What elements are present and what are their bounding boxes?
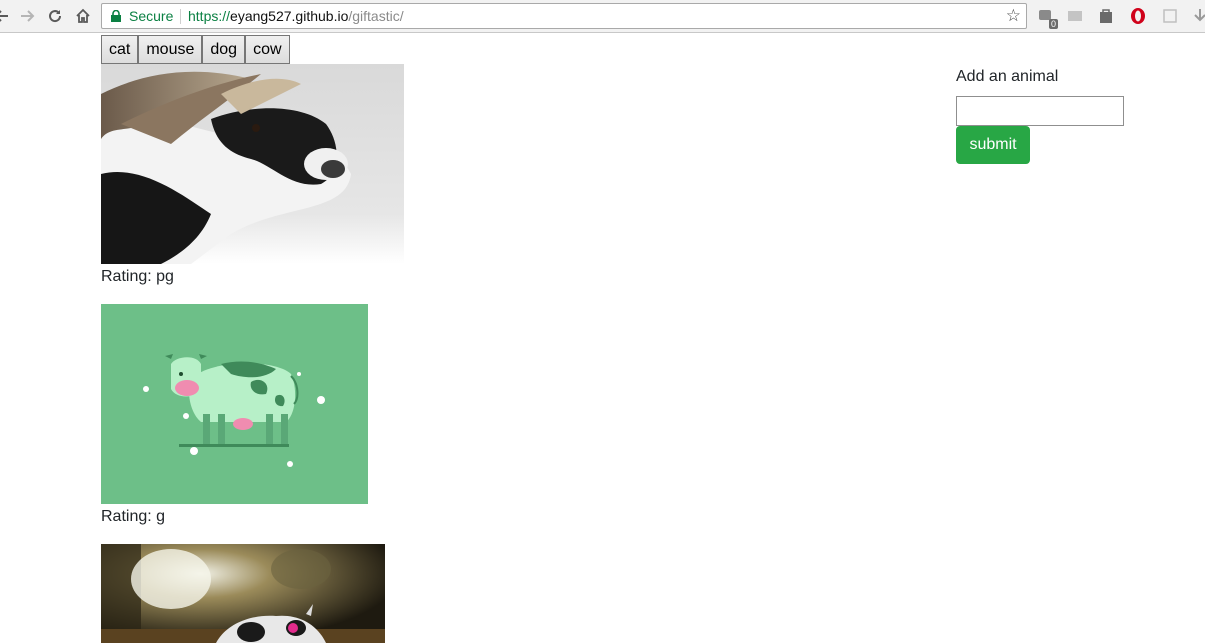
url-path: /giftastic/ [348,8,404,24]
submit-button[interactable]: submit [956,126,1030,164]
extension-icon[interactable]: 0 [1036,6,1058,29]
address-bar[interactable]: Secure https://eyang527.github.io/giftas… [101,3,1027,29]
url-protocol: https:// [188,8,231,24]
topic-button-mouse[interactable]: mouse [138,35,203,64]
topic-button-cow[interactable]: cow [245,35,290,64]
gif-item [101,64,404,264]
gif-item [101,544,385,643]
topic-button-row: cat mouse dog cow [101,35,290,64]
forward-icon[interactable] [17,6,37,26]
cow-gif-image[interactable] [101,64,404,264]
extension-icon[interactable] [1096,6,1116,26]
gif-rating: Rating: g [101,508,166,525]
cow-gif-image[interactable] [101,544,385,643]
omnibox-divider [180,9,181,24]
opera-icon[interactable] [1128,6,1148,26]
animal-input[interactable] [956,96,1124,126]
topic-button-cat[interactable]: cat [101,35,139,64]
topic-button-dog[interactable]: dog [202,35,246,64]
bookmark-star-icon[interactable]: ☆ [1006,6,1021,26]
extension-icon[interactable] [1065,6,1085,26]
reload-icon[interactable] [45,6,65,26]
home-icon[interactable] [73,6,93,26]
add-animal-form: Add an animal submit [956,66,1124,164]
add-animal-label: Add an animal [956,68,1059,85]
secure-label: Secure [129,8,174,24]
cow-gif-image[interactable] [101,304,368,504]
gif-rating: Rating: pg [101,268,174,285]
extension-badge: 0 [1048,19,1058,29]
download-icon[interactable] [1190,6,1205,26]
extension-icon[interactable] [1160,6,1180,26]
gif-item [101,304,368,504]
back-icon[interactable] [0,6,12,26]
url-text[interactable]: https://eyang527.github.io/giftastic/ [188,8,404,24]
lock-icon [111,10,121,22]
url-host: eyang527.github.io [230,8,349,24]
browser-toolbar: Secure https://eyang527.github.io/giftas… [0,0,1205,33]
